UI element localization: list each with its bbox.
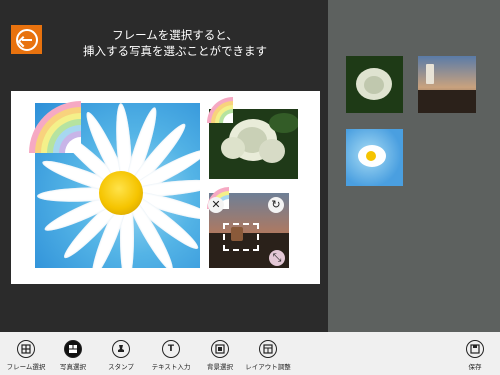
thumbnail-hydrangea[interactable] (346, 56, 403, 113)
rotate-icon[interactable]: ↻ (268, 197, 284, 213)
app-bar: フレーム選択 写真選択 スタンプ T テキスト入力 背景選択 レイアウト調整 保… (0, 332, 500, 375)
grid-icon (17, 340, 35, 358)
crop-selection-box[interactable] (223, 223, 259, 251)
save-button[interactable]: 保存 (445, 332, 500, 375)
flower-center (99, 171, 143, 215)
rainbow-stamp-small (207, 97, 233, 123)
stamp-icon (112, 340, 130, 358)
back-button[interactable] (11, 25, 42, 54)
instruction-line-2: 挿入する写真を選ぶことができます (83, 44, 267, 58)
save-label: 保存 (468, 363, 482, 371)
resize-icon[interactable]: ⤡ (269, 250, 285, 266)
photo-picker-panel (328, 0, 500, 332)
text-icon: T (162, 340, 180, 358)
back-arrow-icon (16, 29, 38, 51)
layout-icon (259, 340, 277, 358)
layout-adjust-label: レイアウト調整 (245, 363, 291, 371)
layout-adjust-button[interactable]: レイアウト調整 (238, 332, 298, 375)
rainbow-stamp (29, 101, 81, 153)
thumbnail-daisy[interactable] (346, 129, 403, 186)
collage-canvas: ✕ ↻ ⤡ (11, 91, 320, 284)
save-icon (466, 340, 484, 358)
instruction-line-1: フレームを選択すると、 (112, 28, 238, 42)
background-icon (211, 340, 229, 358)
instruction-text: フレームを選択すると、 挿入する写真を選ぶことができます (50, 27, 300, 59)
photo-select-icon (64, 340, 82, 358)
thumbnail-lighthouse[interactable] (418, 56, 476, 113)
close-icon[interactable]: ✕ (208, 197, 224, 213)
editor-area: フレームを選択すると、 挿入する写真を選ぶことができます ✕ ↻ ⤡ (0, 0, 328, 332)
